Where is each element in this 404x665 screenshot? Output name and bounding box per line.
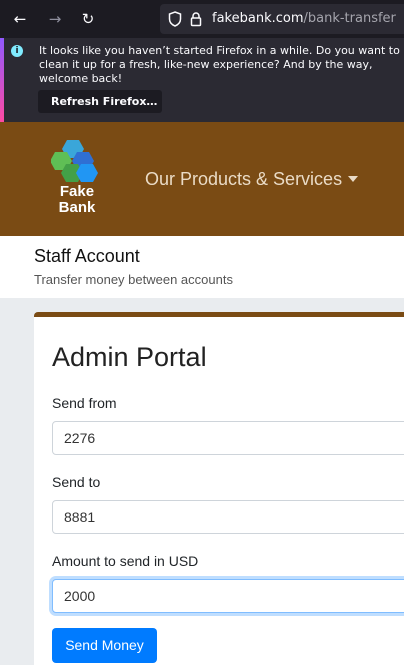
card-title: Admin Portal — [52, 342, 207, 372]
products-services-dropdown[interactable]: Our Products & Services — [145, 169, 359, 190]
refresh-firefox-button[interactable]: Refresh Firefox… — [38, 90, 162, 113]
info-icon: i — [11, 45, 23, 57]
site-header: Fake Bank Our Products & Services — [0, 122, 404, 236]
send-to-input[interactable]: 8881 — [52, 500, 404, 534]
url-text[interactable]: fakebank.com/bank-transfer — [212, 11, 396, 26]
lock-icon[interactable] — [190, 11, 202, 27]
logo-line-1: Fake — [59, 183, 95, 200]
reload-icon[interactable]: ↻ — [78, 9, 98, 29]
back-arrow-icon[interactable]: ← — [10, 9, 30, 29]
page-subtitle: Transfer money between accounts — [34, 272, 233, 287]
browser-toolbar: ← → ↻ fakebank.com/bank-transfer — [0, 0, 404, 38]
send-from-input[interactable]: 2276 — [52, 421, 404, 455]
notification-message: It looks like you haven’t started Firefo… — [39, 44, 400, 85]
logo-text: Fake Bank — [46, 184, 108, 216]
send-from-label: Send from — [52, 395, 117, 411]
send-to-label: Send to — [52, 474, 101, 490]
caret-down-icon — [348, 176, 359, 182]
notification-accent — [0, 38, 4, 122]
page-title: Staff Account — [34, 246, 140, 266]
shield-icon[interactable] — [168, 11, 182, 27]
forward-arrow-icon[interactable]: → — [45, 9, 65, 29]
url-host: fakebank.com — [212, 11, 304, 26]
logo-mark-icon — [51, 140, 98, 182]
products-services-label: Our Products & Services — [145, 169, 343, 189]
amount-input[interactable]: 2000 — [52, 579, 404, 613]
page-heading: Staff Account Transfer money between acc… — [0, 236, 404, 298]
amount-label: Amount to send in USD — [52, 553, 199, 569]
send-money-button[interactable]: Send Money — [52, 628, 157, 663]
logo-line-2: Bank — [58, 199, 96, 216]
admin-portal-card: Admin Portal Send from 2276 Send to 8881… — [34, 312, 404, 665]
notification-bar: i It looks like you haven’t started Fire… — [0, 38, 404, 122]
address-bar[interactable]: fakebank.com/bank-transfer — [160, 4, 404, 34]
url-path: /bank-transfer — [303, 11, 396, 26]
fake-bank-logo[interactable]: Fake Bank — [46, 138, 108, 228]
